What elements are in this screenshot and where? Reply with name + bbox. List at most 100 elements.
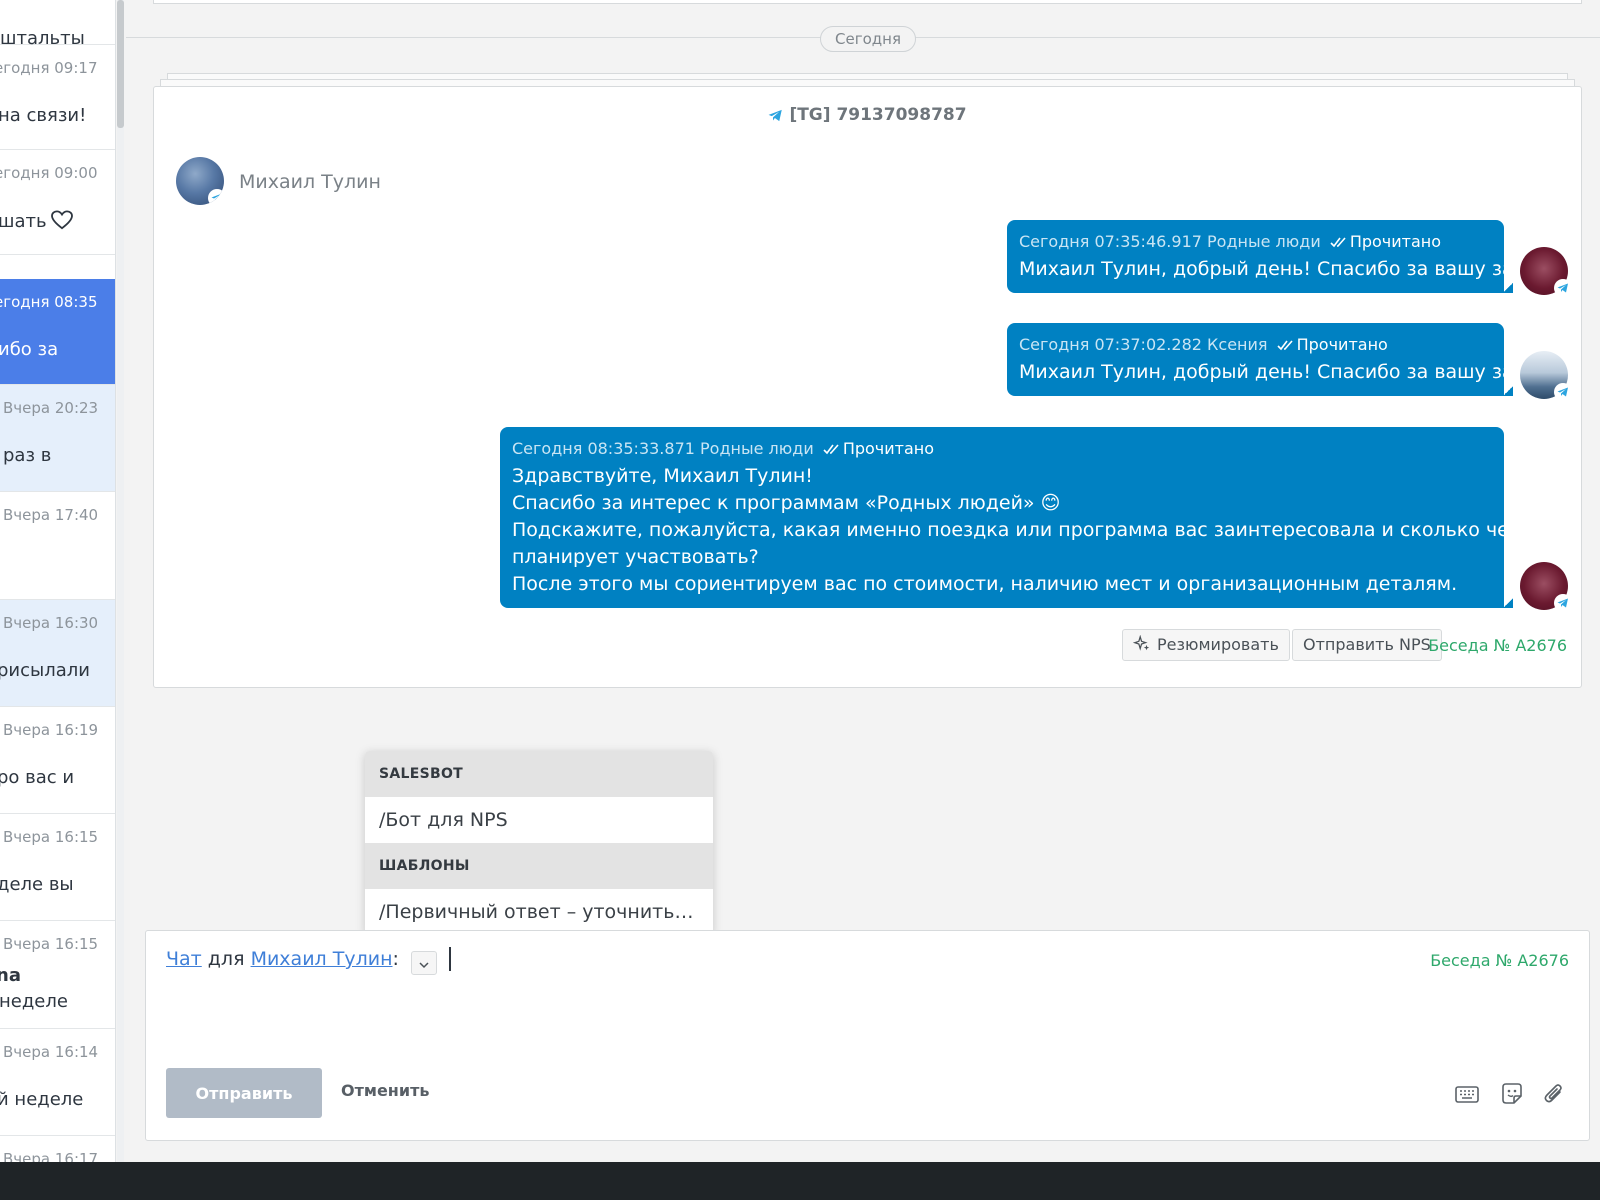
conversation-preview: деле вы — [0, 874, 74, 895]
message-timestamp: Сегодня 08:35:33.871 — [512, 439, 695, 458]
conversation-time: егодня 08:35 — [0, 293, 98, 311]
message-meta: Сегодня 07:35:46.917 Родные люди Прочита… — [1019, 232, 1492, 252]
conversation-item-active[interactable]: егодня 08:35 ибо за — [0, 279, 115, 385]
contact-avatar[interactable] — [176, 157, 224, 205]
conversation-item[interactable]: штальты — [0, 0, 115, 49]
message-text: Здравствуйте, Михаил Тулин! Спасибо за и… — [512, 463, 1567, 598]
conversation-time: Вчера 20:23 — [3, 399, 99, 417]
conversation-item[interactable]: Вчера 16:30 рисылали — [0, 600, 115, 707]
conversation-time: Вчера 16:19 — [3, 721, 99, 739]
message-status: Прочитано — [1296, 335, 1388, 354]
message-author: Родные люди — [700, 439, 814, 458]
telegram-icon — [769, 109, 783, 122]
command-suggestions-popup: SALESBOT /Бот для NPS ШАБЛОНЫ /Первичный… — [365, 751, 713, 935]
message-status: Прочитано — [842, 439, 935, 458]
conversation-list-scroll-thumb[interactable] — [117, 0, 124, 128]
conversation-time: егодня 09:17 — [0, 59, 98, 77]
colon: : — [392, 948, 399, 970]
conversation-preview: рисылали — [0, 660, 90, 681]
message-meta: Сегодня 07:37:02.282 Ксения Прочитано — [1019, 335, 1492, 355]
contact-name[interactable]: Михаил Тулин — [239, 171, 381, 193]
keyboard-icon[interactable] — [1454, 1081, 1480, 1107]
message-line: Спасибо за интерес к программам «Родных … — [512, 492, 1061, 514]
conversation-time: Вчера 17:40 — [3, 506, 99, 524]
date-separator: Сегодня — [820, 26, 916, 52]
message-status: Прочитано — [1349, 232, 1442, 251]
outgoing-message: Сегодня 08:35:33.871 Родные люди Прочита… — [500, 427, 1567, 608]
recipient-dropdown[interactable] — [410, 951, 437, 975]
conversation-id-link[interactable]: Беседа № A2676 — [1428, 636, 1567, 655]
message-text: Михаил Тулин, добрый день! Спасибо за ва… — [1019, 359, 1559, 386]
sticker-icon[interactable] — [1499, 1081, 1525, 1107]
heart-icon — [50, 210, 73, 235]
conversation-preview: ро вас и — [0, 767, 75, 788]
chevron-down-icon — [419, 962, 429, 969]
for-label: для — [207, 948, 245, 970]
conversation-preview-text: шать — [0, 211, 47, 232]
send-button[interactable]: Отправить — [166, 1068, 322, 1118]
conversation-item[interactable]: Вчера 16:19 ро вас и — [0, 707, 115, 814]
conversation-preview: на связи! — [0, 105, 87, 126]
conversation-item[interactable]: Вчера 17:40 — [0, 492, 115, 600]
channel-link[interactable]: Чат — [166, 948, 202, 970]
sparkle-icon — [1132, 634, 1150, 651]
sender-avatar[interactable] — [1520, 247, 1572, 297]
conversation-id-link[interactable]: Беседа № A2676 — [1430, 951, 1569, 970]
conversation-item[interactable]: егодня 09:00 шать — [0, 150, 115, 255]
conversation-time: Вчера 16:15 — [3, 828, 99, 846]
paperclip-icon[interactable] — [1541, 1081, 1567, 1107]
conversation-preview: шать — [0, 210, 73, 235]
message-composer[interactable]: Чат для Михаил Тулин: Беседа № A2676 Отп… — [145, 930, 1590, 1141]
conversation-item[interactable]: Вчера 16:15 деле вы — [0, 814, 115, 921]
summarize-label: Резюмировать — [1157, 635, 1279, 654]
conversation-item[interactable]: Вчера 20:23 раз в — [0, 385, 115, 492]
conversation-time: Вчера 16:15 — [3, 935, 99, 953]
conversation-item[interactable]: егодня 09:17 на связи! — [0, 45, 115, 150]
os-taskbar — [0, 1162, 1600, 1200]
cancel-button[interactable]: Отменить — [341, 1081, 429, 1100]
message-line: Здравствуйте, Михаил Тулин! — [512, 465, 813, 487]
telegram-badge-icon — [208, 189, 224, 205]
conversation-time: Вчера 16:14 — [3, 1043, 99, 1061]
outgoing-message: Сегодня 07:37:02.282 Ксения Прочитано Ми… — [1007, 323, 1559, 396]
conversation-list: штальты егодня 09:17 на связи! егодня 09… — [0, 0, 116, 1162]
conversation-time: егодня 09:00 — [0, 164, 98, 182]
conversation-item[interactable]: Вчера 16:17 — [0, 1136, 115, 1162]
message-author: Ксения — [1207, 335, 1268, 354]
message-author: Родные люди — [1207, 232, 1321, 251]
message-line: планирует участвовать? — [512, 546, 759, 568]
message-line: После этого мы сориентируем вас по стоим… — [512, 573, 1458, 595]
message-line: Михаил Тулин, добрый день! Спасибо за ва… — [1019, 361, 1559, 383]
double-check-icon — [1277, 336, 1295, 355]
suggestion-section-header: ШАБЛОНЫ — [365, 843, 713, 889]
telegram-badge-icon — [1554, 594, 1572, 612]
conversation-time: Вчера 16:17 — [3, 1150, 99, 1162]
sender-avatar[interactable] — [1520, 351, 1572, 401]
conversation-list-scrollbar[interactable] — [117, 0, 124, 1162]
outgoing-message: Сегодня 07:35:46.917 Родные люди Прочита… — [1007, 220, 1559, 293]
conversation-time: Вчера 16:30 — [3, 614, 99, 632]
composer-header: Чат для Михаил Тулин: — [166, 947, 451, 975]
suggestion-section-header: SALESBOT — [365, 751, 713, 797]
card-title-text: [TG] 79137098787 — [789, 105, 967, 125]
conversation-preview: ибо за — [0, 339, 59, 360]
message-timestamp: Сегодня 07:35:46.917 — [1019, 232, 1202, 251]
telegram-badge-icon — [1554, 383, 1572, 401]
conversation-preview-bold: na — [0, 965, 21, 986]
recipient-link[interactable]: Михаил Тулин — [251, 948, 393, 970]
send-nps-button[interactable]: Отправить NPS — [1292, 629, 1442, 661]
double-check-icon — [823, 440, 841, 459]
message-timestamp: Сегодня 07:37:02.282 — [1019, 335, 1202, 354]
summarize-button[interactable]: Резюмировать — [1122, 629, 1290, 661]
conversation-preview: неделе — [0, 991, 68, 1012]
double-check-icon — [1330, 233, 1348, 252]
sender-avatar[interactable] — [1520, 562, 1572, 612]
conversation-item[interactable]: Вчера 16:15 na неделе — [0, 921, 115, 1029]
conversation-preview: раз в — [3, 445, 52, 466]
suggestion-item[interactable]: /Бот для NPS — [365, 797, 713, 843]
message-text: Михаил Тулин, добрый день! Спасибо за ва… — [1019, 256, 1559, 283]
message-line: Подскажите, пожалуйста, какая именно пое… — [512, 519, 1567, 541]
suggestion-item[interactable]: /Первичный ответ – уточнить про... — [365, 889, 713, 935]
card-title: [TG] 79137098787 — [154, 105, 1581, 125]
conversation-item[interactable]: Вчера 16:14 й неделе — [0, 1029, 115, 1136]
